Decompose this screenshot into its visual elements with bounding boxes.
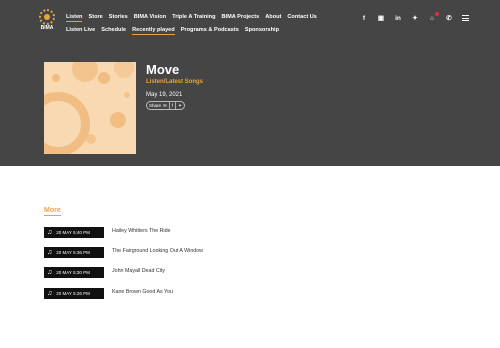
nav-item-contact-us[interactable]: Contact Us bbox=[287, 14, 317, 22]
music-note-icon: ♫ bbox=[47, 269, 53, 276]
nav-item-store[interactable]: Store bbox=[88, 14, 102, 22]
nav-item-bima-vision[interactable]: BIMA Vision bbox=[134, 14, 166, 22]
recent-song-row[interactable]: ♫ 20 MAY 5:30 PM John Mayall Dead City bbox=[44, 267, 464, 279]
secondary-nav: Listen Live Schedule Recently played Pro… bbox=[66, 27, 279, 35]
recent-song-row[interactable]: ♫ 20 MAY 5:26 PM Kane Brown Good As You bbox=[44, 288, 464, 300]
share-label: Share bbox=[149, 103, 162, 108]
recent-song-title[interactable]: Hailey Whitters The Ride bbox=[112, 228, 170, 234]
more-heading: More bbox=[44, 207, 61, 216]
primary-nav: Listen Store Stories BIMA Vision Triple … bbox=[66, 14, 317, 22]
nav-item-listen[interactable]: Listen bbox=[66, 14, 83, 22]
divider bbox=[175, 102, 177, 109]
menu-icon[interactable] bbox=[462, 15, 469, 21]
play-time: 20 MAY 5:26 PM bbox=[56, 291, 90, 296]
linkedin-icon[interactable]: in bbox=[394, 15, 402, 22]
subnav-item-schedule[interactable]: Schedule bbox=[101, 27, 126, 35]
play-time: 20 MAY 5:30 PM bbox=[56, 270, 90, 275]
play-time-badge: ♫ 20 MAY 5:26 PM bbox=[44, 288, 104, 299]
divider bbox=[168, 102, 170, 109]
recent-song-row[interactable]: ♫ 20 MAY 5:36 PM The Fairground Looking … bbox=[44, 247, 464, 259]
album-cover bbox=[44, 62, 136, 154]
twitter-icon[interactable]: ✦ bbox=[411, 14, 419, 22]
song-title: Move bbox=[146, 62, 180, 77]
subnav-item-sponsorship[interactable]: Sponsorship bbox=[245, 27, 279, 35]
song-date: May 19, 2021 bbox=[146, 92, 183, 98]
cart-badge bbox=[435, 11, 439, 16]
nav-item-triple-a-training[interactable]: Triple A Training bbox=[172, 14, 215, 22]
music-note-icon: ♫ bbox=[47, 290, 53, 297]
play-time-badge: ♫ 20 MAY 5:36 PM bbox=[44, 247, 104, 258]
recent-song-row[interactable]: ♫ 20 MAY 5:40 PM Hailey Whitters The Rid… bbox=[44, 227, 464, 239]
recent-song-title[interactable]: Kane Brown Good As You bbox=[112, 289, 173, 295]
logo-text: BIMA bbox=[40, 25, 54, 31]
phone-icon[interactable]: ✆ bbox=[445, 14, 453, 22]
hero-section: BIMA Listen Store Stories BIMA Vision Tr… bbox=[0, 0, 500, 166]
header-icons: f ▣ in ✦ ⌂ ✆ bbox=[360, 11, 469, 22]
subnav-item-recently-played[interactable]: Recently played bbox=[132, 27, 175, 35]
facebook-share-icon[interactable]: f bbox=[172, 103, 173, 108]
email-icon[interactable]: ✉ bbox=[163, 103, 167, 109]
recent-song-title[interactable]: The Fairground Looking Out A Window bbox=[112, 248, 203, 254]
sun-logo-icon bbox=[39, 9, 55, 25]
song-category-link[interactable]: Listen/Latest Songs bbox=[146, 79, 203, 85]
nav-item-bima-projects[interactable]: BIMA Projects bbox=[222, 14, 260, 22]
nav-item-stories[interactable]: Stories bbox=[109, 14, 128, 22]
facebook-icon[interactable]: f bbox=[360, 15, 368, 22]
subnav-item-listen-live[interactable]: Listen Live bbox=[66, 27, 95, 35]
music-note-icon: ♫ bbox=[47, 249, 53, 256]
instagram-icon[interactable]: ▣ bbox=[377, 14, 385, 22]
play-time: 20 MAY 5:40 PM bbox=[56, 230, 90, 235]
share-bar: Share ✉ f ✦ bbox=[146, 101, 185, 110]
recent-song-title[interactable]: John Mayall Dead City bbox=[112, 268, 165, 274]
music-note-icon: ♫ bbox=[47, 229, 53, 236]
play-time-badge: ♫ 20 MAY 5:30 PM bbox=[44, 267, 104, 278]
nav-item-about[interactable]: About bbox=[265, 14, 281, 22]
cart-icon[interactable]: ⌂ bbox=[428, 11, 439, 22]
bima-logo[interactable]: BIMA bbox=[37, 9, 57, 33]
play-time-badge: ♫ 20 MAY 5:40 PM bbox=[44, 227, 104, 238]
twitter-share-icon[interactable]: ✦ bbox=[178, 103, 182, 109]
play-time: 20 MAY 5:36 PM bbox=[56, 250, 90, 255]
subnav-item-programs-podcasts[interactable]: Programs & Podcasts bbox=[181, 27, 239, 35]
